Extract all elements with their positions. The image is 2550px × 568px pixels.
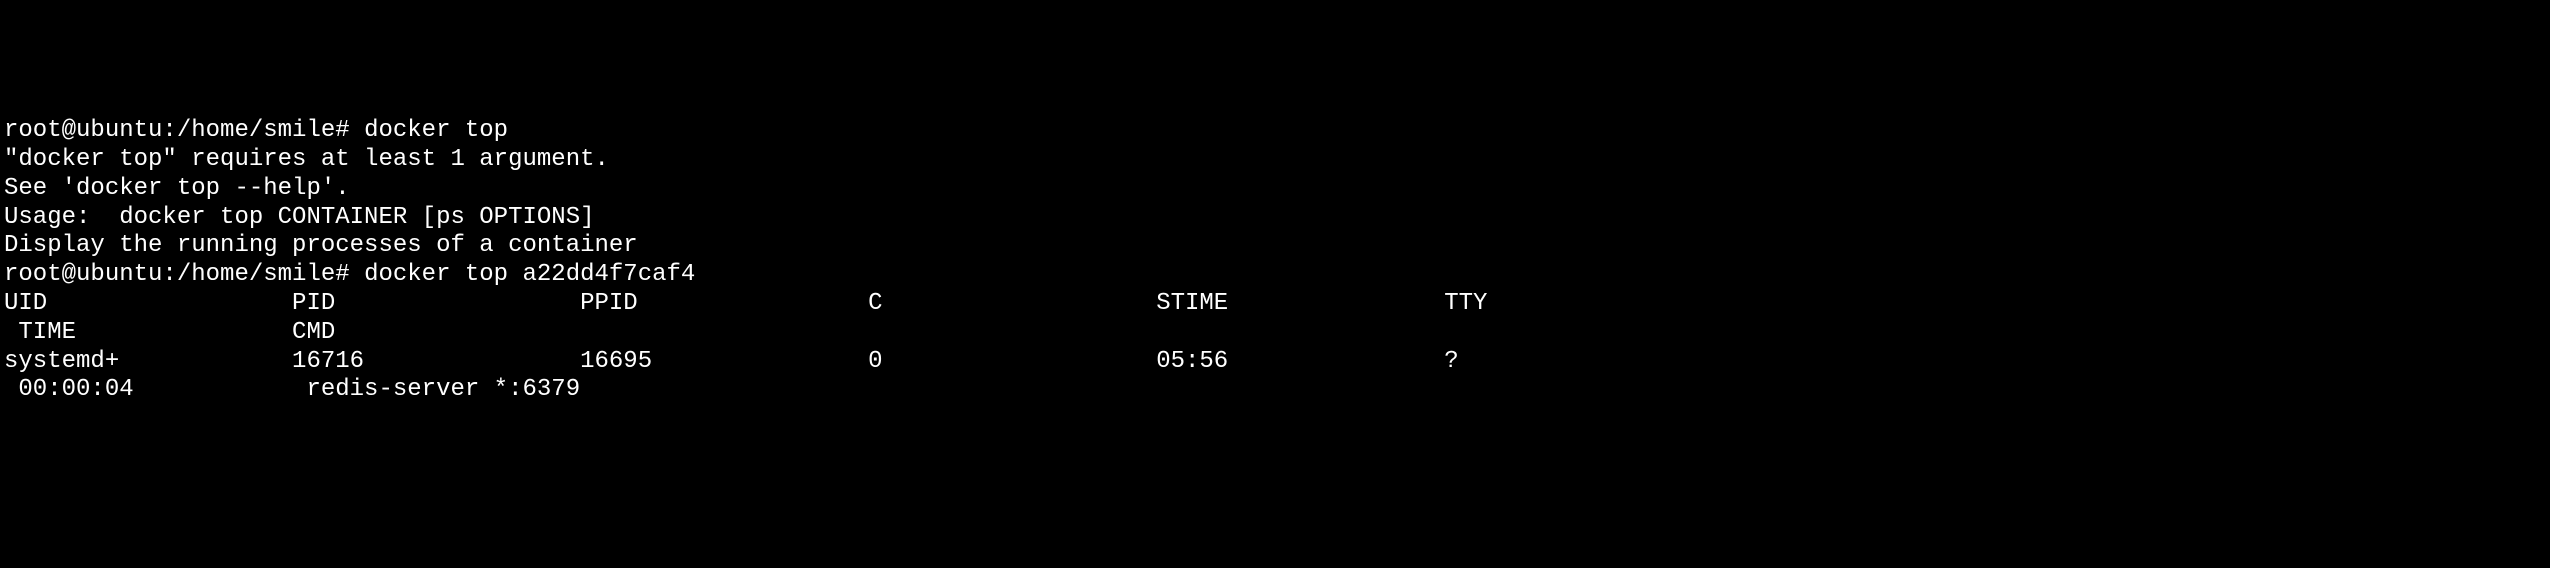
command: docker top [364, 117, 508, 144]
table-row: systemd+ 16716 16695 0 05:56 ? [4, 348, 2546, 377]
terminal-line: root@ubuntu:/home/smile# docker top a22d… [4, 261, 2546, 290]
prompt: root@ubuntu:/home/smile# [4, 261, 364, 288]
table-row: 00:00:04 redis-server *:6379 [4, 376, 2546, 405]
terminal-output[interactable]: root@ubuntu:/home/smile# docker top"dock… [4, 117, 2546, 405]
terminal-line: Display the running processes of a conta… [4, 232, 2546, 261]
terminal-line: Usage: docker top CONTAINER [ps OPTIONS] [4, 204, 2546, 233]
prompt: root@ubuntu:/home/smile# [4, 117, 364, 144]
table-header-line: UID PID PPID C STIME TTY [4, 290, 2546, 319]
terminal-line: "docker top" requires at least 1 argumen… [4, 146, 2546, 175]
terminal-line: root@ubuntu:/home/smile# docker top [4, 117, 2546, 146]
table-header-line: TIME CMD [4, 319, 2546, 348]
terminal-line: See 'docker top --help'. [4, 175, 2546, 204]
command: docker top a22dd4f7caf4 [364, 261, 695, 288]
